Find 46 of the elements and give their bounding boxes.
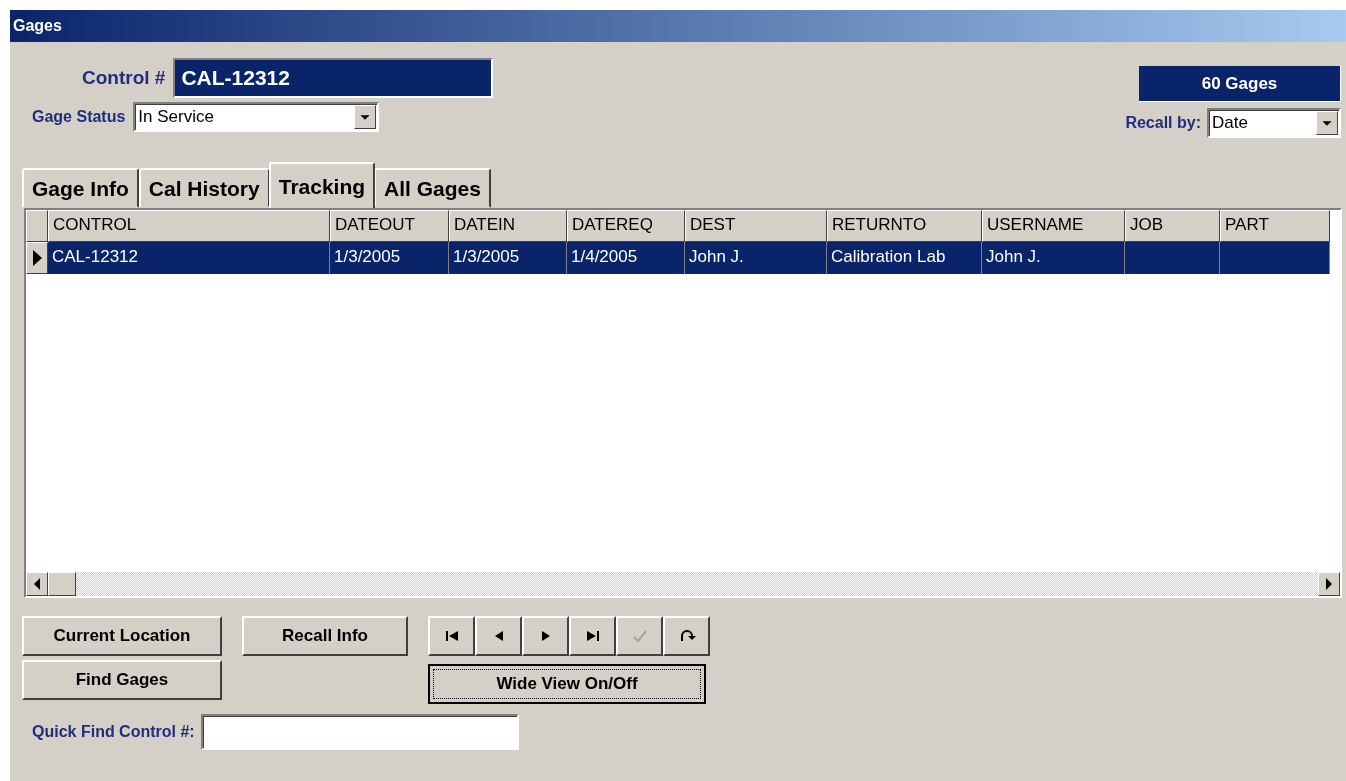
find-button[interactable]: Find Gages xyxy=(22,660,222,700)
column-header[interactable]: JOB xyxy=(1125,210,1220,242)
table-cell: John J. xyxy=(685,242,827,274)
nav-button[interactable] xyxy=(522,616,569,656)
quick-find-label: Quick Find Control #: xyxy=(32,723,195,741)
tab[interactable]: Gage Info xyxy=(22,168,139,208)
tab[interactable]: Cal History xyxy=(138,168,270,208)
table-cell: 1/4/2005 xyxy=(567,242,685,274)
tab[interactable]: All Gages xyxy=(374,168,491,208)
horizontal-scrollbar[interactable] xyxy=(26,572,1340,596)
gage-count: 60 Gages xyxy=(1139,66,1341,102)
scroll-left-icon[interactable] xyxy=(33,578,41,590)
table-cell: 1/3/2005 xyxy=(449,242,567,274)
table-cell: John J. xyxy=(982,242,1125,274)
column-header[interactable]: DATEREQ xyxy=(567,210,685,242)
control-number-field[interactable]: CAL-12312 xyxy=(173,58,494,98)
nav-button[interactable] xyxy=(663,616,710,656)
row-selector[interactable] xyxy=(26,242,48,274)
gage-status-label: Gage Status xyxy=(32,108,126,126)
dropdown-field[interactable]: Date xyxy=(1207,108,1341,138)
quick-find-field[interactable] xyxy=(200,714,519,750)
column-header[interactable]: DATEIN xyxy=(449,210,567,242)
column-header[interactable]: PART xyxy=(1220,210,1330,242)
column-header[interactable]: DEST xyxy=(685,210,827,242)
table-cell: 1/3/2005 xyxy=(330,242,449,274)
scroll-right-icon[interactable] xyxy=(1325,578,1333,590)
location-button[interactable]: Current Location xyxy=(22,616,222,656)
window-title: Gages xyxy=(10,10,1346,42)
scroll-thumb[interactable] xyxy=(48,572,76,596)
tab[interactable]: Tracking xyxy=(268,162,376,208)
recall-by-label: Recall by: xyxy=(1125,114,1201,132)
recall-button[interactable]: Recall Info xyxy=(242,616,408,656)
nav-button[interactable] xyxy=(569,616,616,656)
column-header[interactable]: RETURNTO xyxy=(827,210,982,242)
table-cell: Calibration Lab xyxy=(827,242,982,274)
nav-button[interactable] xyxy=(475,616,522,656)
column-header[interactable]: CONTROL xyxy=(48,210,330,242)
column-header[interactable]: DATEOUT xyxy=(330,210,449,242)
control-label: Control # xyxy=(82,67,166,89)
column-header[interactable]: USERNAME xyxy=(982,210,1125,242)
combo-value: In Service xyxy=(137,107,215,127)
combo-value: Date xyxy=(1211,113,1249,133)
nav-button[interactable] xyxy=(428,616,475,656)
dropdown-field[interactable]: In Service xyxy=(133,102,380,132)
table-cell: CAL-12312 xyxy=(48,242,330,274)
wide-view-button[interactable]: Wide View On/Off xyxy=(428,664,706,704)
